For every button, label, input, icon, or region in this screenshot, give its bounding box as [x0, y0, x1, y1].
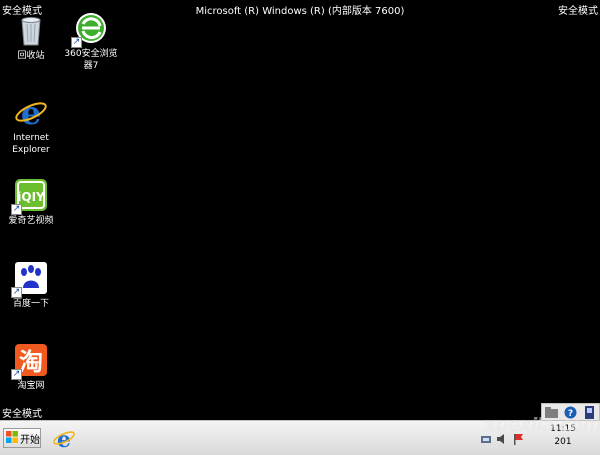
desktop-icon-360-browser[interactable]: ↗ 360安全浏览器7: [61, 10, 121, 72]
360-browser-icon: ↗: [71, 10, 109, 48]
start-label: 开始: [20, 434, 40, 446]
site-watermark: xuexila.com: [484, 414, 600, 436]
clock-date: 201: [554, 437, 572, 447]
shortcut-arrow-icon: ↗: [11, 287, 22, 298]
shortcut-arrow-icon: ↗: [11, 204, 22, 215]
desktop-icon-taobao[interactable]: 淘 ↗ 淘宝网: [1, 342, 61, 392]
desktop-icon-baidu[interactable]: ↗ 百度一下: [1, 260, 61, 310]
desktop-icon-label: 淘宝网: [17, 381, 45, 391]
svg-text:e: e: [57, 427, 71, 450]
desktop-icon-label: 百度一下: [12, 299, 49, 309]
svg-text:淘: 淘: [19, 348, 43, 376]
desktop-icon-recycle-bin[interactable]: 回收站: [1, 12, 61, 62]
desktop-icon-label: Internet Explorer: [12, 133, 50, 155]
svg-text:e: e: [21, 94, 41, 130]
desktop-icon-iqiyi[interactable]: iQIY ↗ 爱奇艺视频: [1, 177, 61, 227]
internet-explorer-icon: e: [13, 94, 49, 132]
recycle-bin-icon: [13, 12, 49, 48]
iqiyi-icon: iQIY ↗: [11, 177, 49, 215]
desktop-icon-internet-explorer[interactable]: e Internet Explorer: [1, 94, 61, 156]
start-button[interactable]: 开始: [3, 428, 41, 448]
taskbar-internet-explorer-icon[interactable]: e: [52, 426, 76, 453]
svg-text:iQIY: iQIY: [17, 190, 45, 204]
taobao-icon: 淘 ↗: [11, 342, 49, 380]
desktop-icon-label: 360安全浏览器7: [64, 49, 118, 71]
baidu-icon: ↗: [11, 260, 49, 298]
desktop-icon-label: 爱奇艺视频: [8, 216, 54, 226]
desktop-icon-label: 回收站: [17, 51, 45, 61]
shortcut-arrow-icon: ↗: [11, 369, 22, 380]
shortcut-arrow-icon: ↗: [71, 37, 82, 48]
windows-logo-icon: [6, 430, 18, 446]
